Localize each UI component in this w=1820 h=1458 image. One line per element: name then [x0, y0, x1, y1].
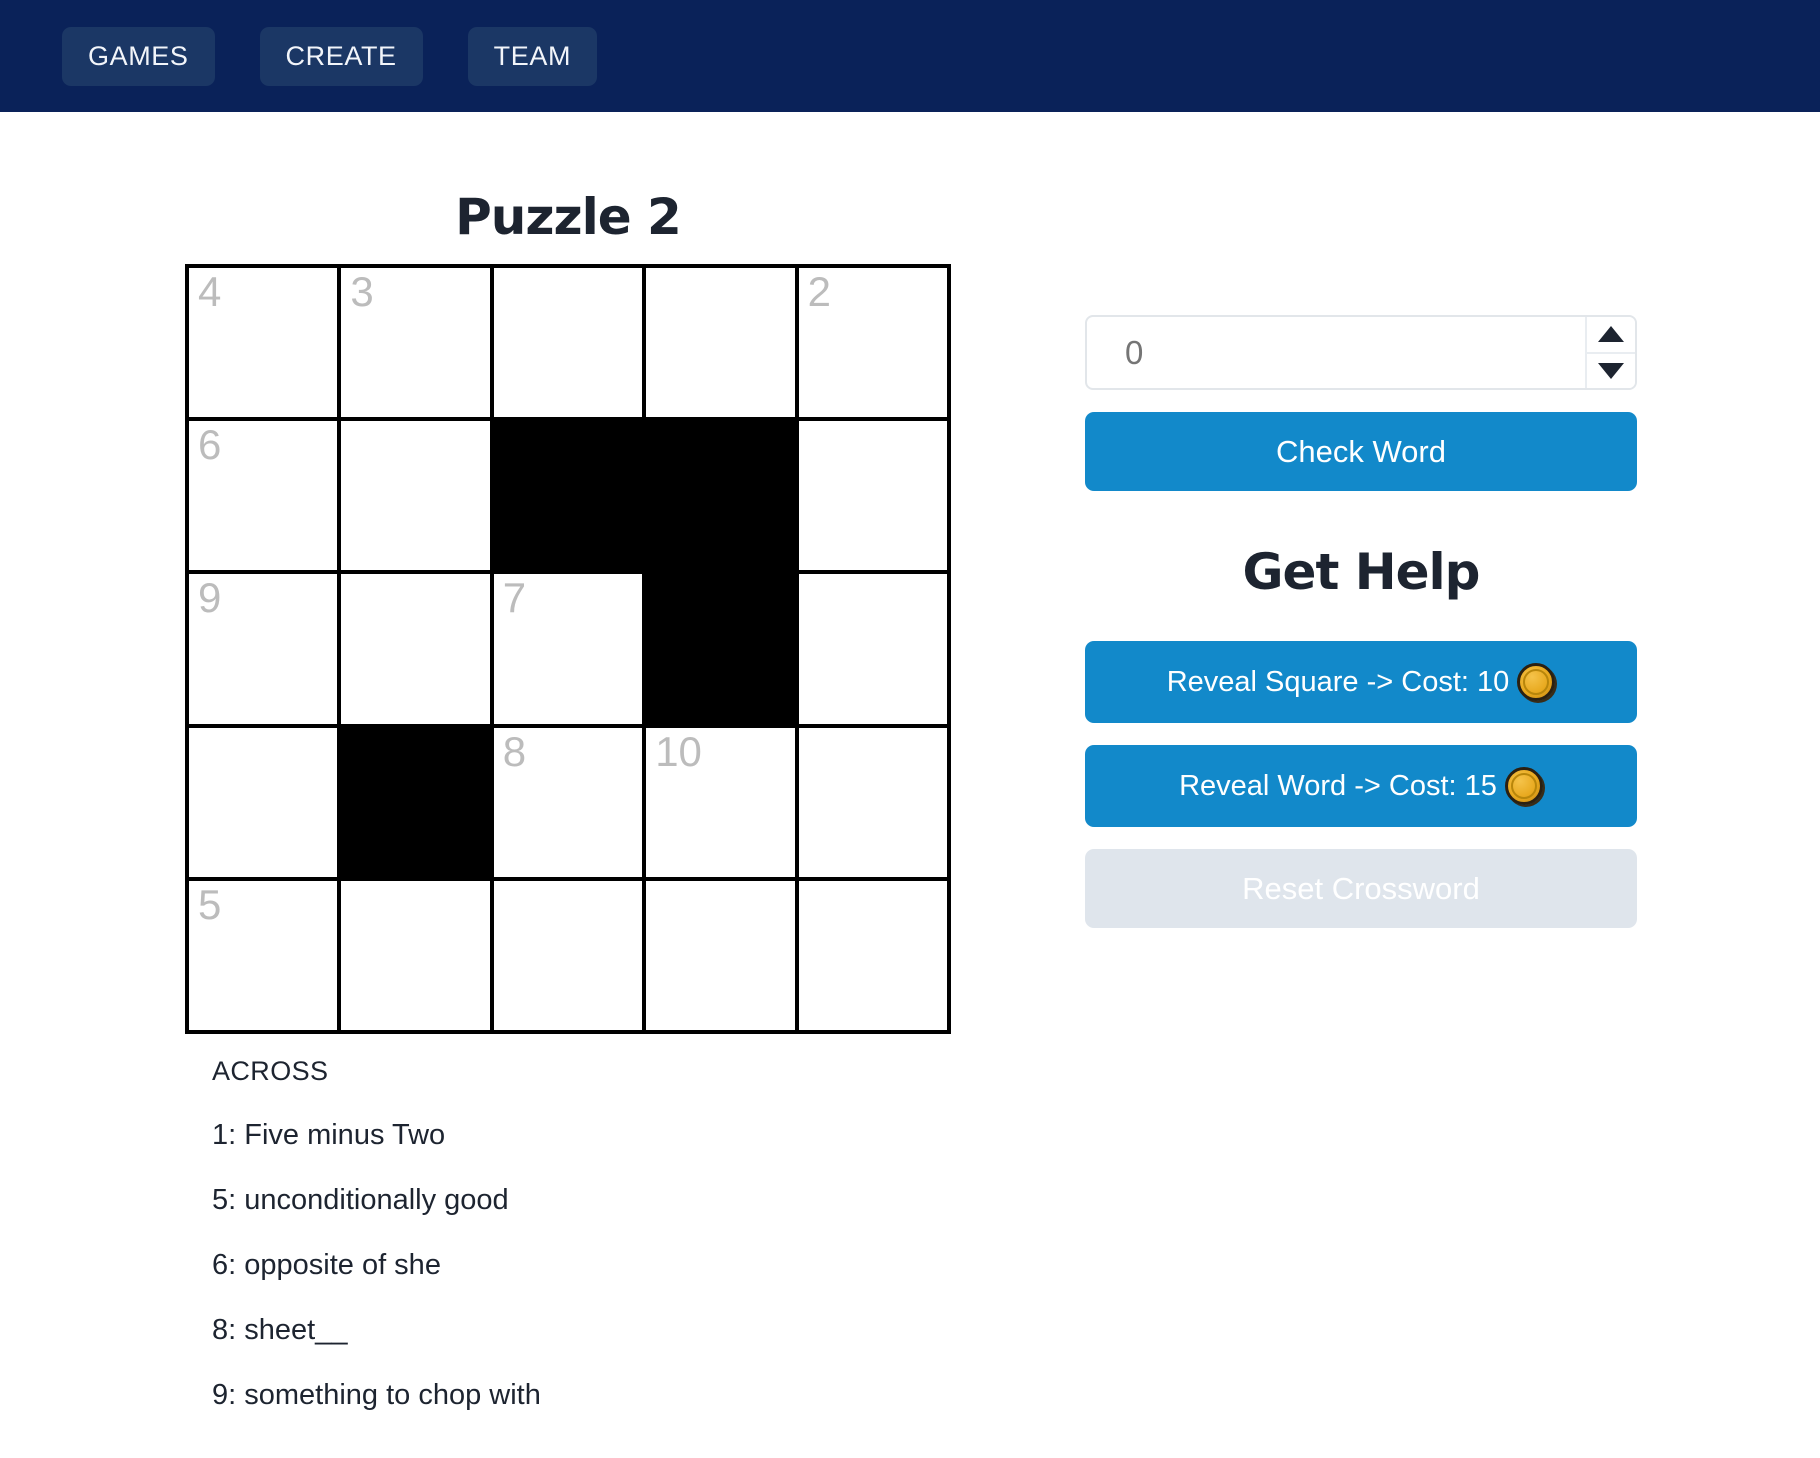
grid-cell[interactable]: [189, 727, 342, 881]
clue-item[interactable]: 5: unconditionally good: [212, 1184, 951, 1217]
reveal-square-button[interactable]: Reveal Square -> Cost: 10: [1085, 641, 1637, 723]
clue-item[interactable]: 8: sheet__: [212, 1314, 951, 1347]
grid-cell[interactable]: [341, 421, 494, 575]
grid-cell-block: [341, 727, 494, 881]
clue-number-input[interactable]: [1087, 317, 1585, 388]
grid-cell[interactable]: [646, 880, 799, 1034]
grid-cell[interactable]: 9: [189, 574, 342, 728]
grid-cell[interactable]: 7: [493, 574, 647, 728]
grid-cell[interactable]: 4: [189, 268, 342, 422]
clue-item[interactable]: 1: Five minus Two: [212, 1119, 951, 1152]
clue-item[interactable]: 6: opposite of she: [212, 1249, 951, 1282]
grid-cell-number: 6: [198, 421, 222, 469]
clues-section: ACROSS 1: Five minus Two 5: unconditiona…: [185, 1034, 951, 1412]
nav-item-create[interactable]: CREATE: [259, 26, 423, 86]
triangle-down-icon: [1598, 362, 1624, 379]
grid-cell-number: 8: [502, 727, 527, 775]
grid-cell[interactable]: [341, 574, 494, 728]
grid-cell[interactable]: 6: [189, 421, 342, 575]
grid-cell-number: 7: [502, 574, 527, 622]
coin-icon: [1504, 767, 1543, 805]
grid-cell-number: 2: [807, 268, 831, 315]
stepper-increment-button[interactable]: [1587, 317, 1635, 354]
grid-cell-block: [493, 421, 647, 575]
grid-cell[interactable]: [341, 880, 494, 1034]
reveal-word-button[interactable]: Reveal Word -> Cost: 15: [1085, 745, 1637, 827]
check-word-button[interactable]: Check Word: [1085, 412, 1637, 491]
grid-cell[interactable]: [493, 268, 647, 422]
nav-item-games[interactable]: GAMES: [62, 26, 215, 86]
grid-cell[interactable]: [798, 727, 951, 881]
controls-panel: Check Word Get Help Reveal Square -> Cos…: [1085, 112, 1637, 928]
grid-cell[interactable]: [646, 268, 799, 422]
grid-cell-block: [646, 421, 799, 575]
page-title: Puzzle 2: [455, 188, 682, 246]
crossword-grid[interactable]: 4 3 2 6 9 7 8 10 5: [185, 264, 951, 1034]
grid-cell[interactable]: 5: [189, 880, 342, 1034]
grid-cell[interactable]: 8: [493, 727, 647, 881]
grid-cell[interactable]: 10: [646, 727, 799, 881]
stepper-decrement-button[interactable]: [1587, 353, 1635, 388]
grid-cell-number: 9: [198, 574, 222, 622]
reveal-square-label: Reveal Square -> Cost: 10: [1166, 665, 1510, 698]
grid-cell-number: 5: [198, 880, 222, 928]
triangle-up-icon: [1598, 326, 1624, 343]
grid-cell-number: 4: [198, 268, 222, 315]
coin-icon: [1517, 663, 1556, 701]
page-body: Puzzle 2 4 3 2 6 9 7 8 10 5 ACROSS 1: Five minus…: [0, 112, 1820, 1458]
reset-crossword-button: Reset Crossword: [1085, 849, 1637, 928]
grid-cell[interactable]: [798, 574, 951, 728]
clue-item[interactable]: 9: something to chop with: [212, 1379, 951, 1412]
grid-cell-number: 10: [655, 727, 702, 775]
grid-cell[interactable]: [798, 880, 951, 1034]
nav-item-team[interactable]: TEAM: [467, 26, 598, 86]
grid-cell[interactable]: 3: [341, 268, 494, 422]
crossword-panel: Puzzle 2 4 3 2 6 9 7 8 10 5 ACROSS 1: Five minus…: [185, 112, 951, 1444]
grid-cell-block: [646, 574, 799, 728]
top-navbar: GAMES CREATE TEAM: [0, 0, 1820, 112]
clue-number-stepper[interactable]: [1085, 315, 1637, 390]
reveal-word-label: Reveal Word -> Cost: 15: [1179, 769, 1497, 802]
grid-cell-number: 3: [350, 268, 374, 315]
get-help-heading: Get Help: [1242, 543, 1481, 601]
stepper-buttons[interactable]: [1585, 317, 1635, 388]
grid-cell[interactable]: [493, 880, 647, 1034]
grid-cell[interactable]: [798, 421, 951, 575]
clues-heading: ACROSS: [212, 1056, 329, 1086]
grid-cell[interactable]: 2: [798, 268, 951, 422]
